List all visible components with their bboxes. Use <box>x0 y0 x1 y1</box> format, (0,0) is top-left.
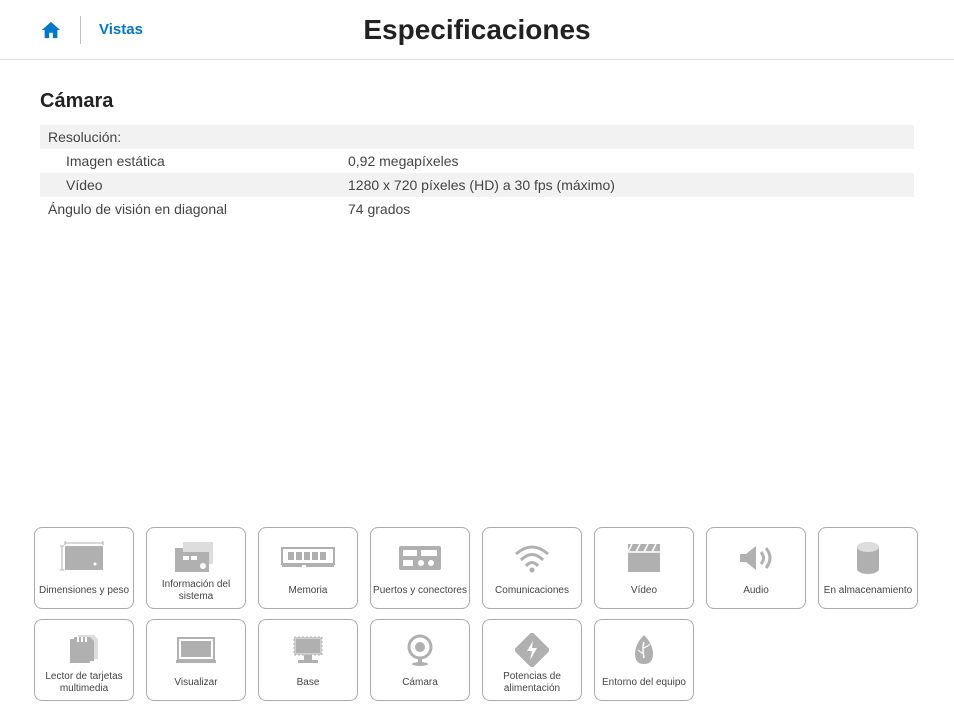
nav-card-ports[interactable]: Puertos y conectores <box>370 527 470 609</box>
spec-row: Ángulo de visión en diagonal74 grados <box>40 197 914 221</box>
nav-label: Dimensiones y peso <box>39 580 129 602</box>
nav-card-camera[interactable]: Cámara <box>370 619 470 701</box>
nav-label: Audio <box>743 580 769 602</box>
header: Vistas Especificaciones <box>0 0 954 60</box>
section-title: Cámara <box>40 90 914 113</box>
nav-card-sysinfo[interactable]: Información del sistema <box>146 527 246 609</box>
vistas-link[interactable]: Vistas <box>99 21 143 38</box>
dimensions-icon <box>59 536 109 580</box>
spec-value: 0,92 megapíxeles <box>348 153 914 169</box>
nav-label: Lector de tarjetas multimedia <box>37 671 131 694</box>
bottom-nav: Dimensiones y peso Información del sistem… <box>0 527 954 711</box>
spec-row: Resolución: <box>40 125 914 149</box>
nav-label: Cámara <box>402 672 438 694</box>
nav-card-audio[interactable]: Audio <box>706 527 806 609</box>
content: Cámara Resolución: Imagen estática0,92 me… <box>0 60 954 221</box>
spec-value: 1280 x 720 píxeles (HD) a 30 fps (máximo… <box>348 177 914 193</box>
nav-card-storage[interactable]: En almacenamiento <box>818 527 918 609</box>
spec-table: Resolución: Imagen estática0,92 megapíxel… <box>40 125 914 221</box>
spec-label: Resolución: <box>48 129 348 145</box>
camera-icon <box>402 628 438 672</box>
nav-card-memory[interactable]: Memoria <box>258 527 358 609</box>
nav-card-base[interactable]: Base <box>258 619 358 701</box>
base-icon <box>286 628 330 672</box>
nav-card-environment[interactable]: Entorno del equipo <box>594 619 694 701</box>
spec-row: Imagen estática0,92 megapíxeles <box>40 149 914 173</box>
nav-label: Potencias de alimentación <box>485 671 579 694</box>
page-title: Especificaciones <box>363 14 590 46</box>
comm-icon <box>512 536 552 580</box>
nav-label: En almacenamiento <box>824 580 912 602</box>
storage-icon <box>854 536 882 580</box>
nav-card-dimensions[interactable]: Dimensiones y peso <box>34 527 134 609</box>
memory-icon <box>280 536 336 580</box>
nav-card-display[interactable]: Visualizar <box>146 619 246 701</box>
home-icon[interactable] <box>40 20 62 40</box>
nav-row-2: Lector de tarjetas multimedia Visualizar B… <box>34 619 920 701</box>
spec-row: Vídeo1280 x 720 píxeles (HD) a 30 fps (m… <box>40 173 914 197</box>
sysinfo-icon <box>173 536 219 579</box>
spec-label: Vídeo <box>48 177 348 193</box>
cardreader-icon <box>64 628 104 671</box>
nav-label: Comunicaciones <box>495 580 569 602</box>
nav-label: Entorno del equipo <box>602 672 686 694</box>
nav-label: Información del sistema <box>149 579 243 602</box>
environment-icon <box>629 628 659 672</box>
nav-label: Memoria <box>289 580 328 602</box>
nav-row-1: Dimensiones y peso Información del sistem… <box>34 527 920 609</box>
nav-label: Vídeo <box>631 580 657 602</box>
nav-card-power[interactable]: Potencias de alimentación <box>482 619 582 701</box>
spec-label: Imagen estática <box>48 153 348 169</box>
spec-value: 74 grados <box>348 201 914 217</box>
nav-label: Base <box>297 672 320 694</box>
header-separator <box>80 16 81 44</box>
power-icon <box>515 628 549 671</box>
nav-card-cardreader[interactable]: Lector de tarjetas multimedia <box>34 619 134 701</box>
nav-label: Visualizar <box>174 672 217 694</box>
audio-icon <box>736 536 776 580</box>
nav-label: Puertos y conectores <box>373 580 467 602</box>
video-icon <box>624 536 664 580</box>
spec-label: Ángulo de visión en diagonal <box>48 201 348 217</box>
nav-card-comm[interactable]: Comunicaciones <box>482 527 582 609</box>
nav-card-video[interactable]: Vídeo <box>594 527 694 609</box>
ports-icon <box>397 536 443 580</box>
display-icon <box>174 628 218 672</box>
